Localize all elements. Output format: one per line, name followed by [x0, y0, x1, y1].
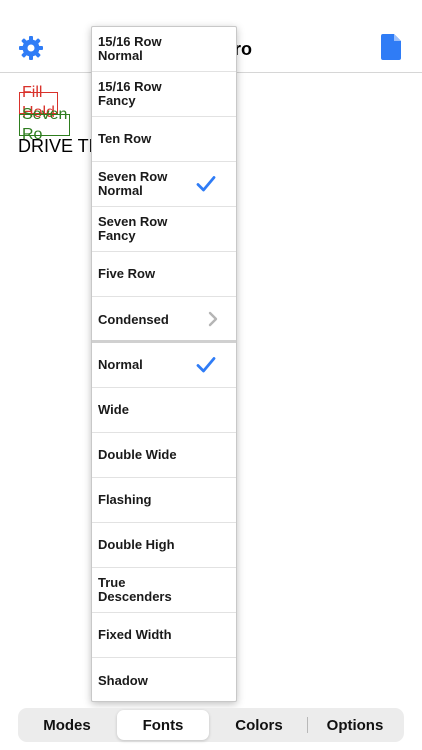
- gear-icon[interactable]: [18, 35, 44, 61]
- menu-item-label: Flashing: [98, 492, 152, 507]
- checkmark-icon: [196, 357, 216, 373]
- menu-item-label: Condensed: [98, 311, 169, 327]
- menu-item-condensed[interactable]: Condensed: [92, 297, 236, 342]
- menu-item-seven-row-normal[interactable]: Seven Row Normal: [92, 162, 236, 207]
- menu-item-label: True Descenders: [98, 575, 172, 604]
- preview-line-drive: DRIVE TH: [18, 136, 102, 156]
- menu-item-label: Fixed Width: [98, 627, 172, 642]
- menu-item-true-descenders[interactable]: True Descenders: [92, 568, 236, 613]
- menu-item-15-16-row-normal[interactable]: 15/16 Row Normal: [92, 27, 236, 72]
- segmented-tab-control: Modes Fonts Colors Options: [18, 708, 404, 742]
- menu-item-flashing[interactable]: Flashing: [92, 478, 236, 523]
- menu-item-normal[interactable]: Normal: [92, 343, 236, 388]
- preview-line-seven-row: Seven Ro: [19, 106, 71, 143]
- menu-item-double-high[interactable]: Double High: [92, 523, 236, 568]
- fonts-menu: 15/16 Row Normal 15/16 Row Fancy Ten Row…: [91, 26, 237, 702]
- menu-item-wide[interactable]: Wide: [92, 388, 236, 433]
- chevron-right-icon: [208, 311, 218, 327]
- menu-item-label: Seven Row Fancy: [98, 214, 168, 243]
- menu-item-ten-row[interactable]: Ten Row: [92, 117, 236, 162]
- menu-item-label: Seven Row Normal: [98, 169, 168, 198]
- checkmark-icon: [196, 176, 216, 192]
- menu-item-fixed-width[interactable]: Fixed Width: [92, 613, 236, 658]
- menu-item-label: Normal: [98, 357, 143, 372]
- menu-item-label: Shadow: [98, 672, 148, 688]
- menu-item-shadow[interactable]: Shadow: [92, 658, 236, 701]
- menu-item-label: Double High: [98, 537, 175, 552]
- menu-item-label: Wide: [98, 402, 129, 417]
- menu-item-seven-row-fancy[interactable]: Seven Row Fancy: [92, 207, 236, 252]
- tab-fonts[interactable]: Fonts: [117, 710, 209, 740]
- menu-item-double-wide[interactable]: Double Wide: [92, 433, 236, 478]
- tab-modes[interactable]: Modes: [20, 710, 114, 740]
- document-icon[interactable]: [381, 34, 401, 60]
- menu-item-15-16-row-fancy[interactable]: 15/16 Row Fancy: [92, 72, 236, 117]
- menu-item-label: Double Wide: [98, 447, 177, 462]
- menu-item-label: 15/16 Row Normal: [98, 34, 162, 63]
- menu-item-label: Five Row: [98, 266, 156, 281]
- menu-item-label: 15/16 Row Fancy: [98, 79, 162, 108]
- menu-item-five-row[interactable]: Five Row: [92, 252, 236, 297]
- tab-colors[interactable]: Colors: [212, 710, 306, 740]
- menu-item-label: Ten Row: [98, 131, 152, 146]
- tab-options[interactable]: Options: [308, 710, 402, 740]
